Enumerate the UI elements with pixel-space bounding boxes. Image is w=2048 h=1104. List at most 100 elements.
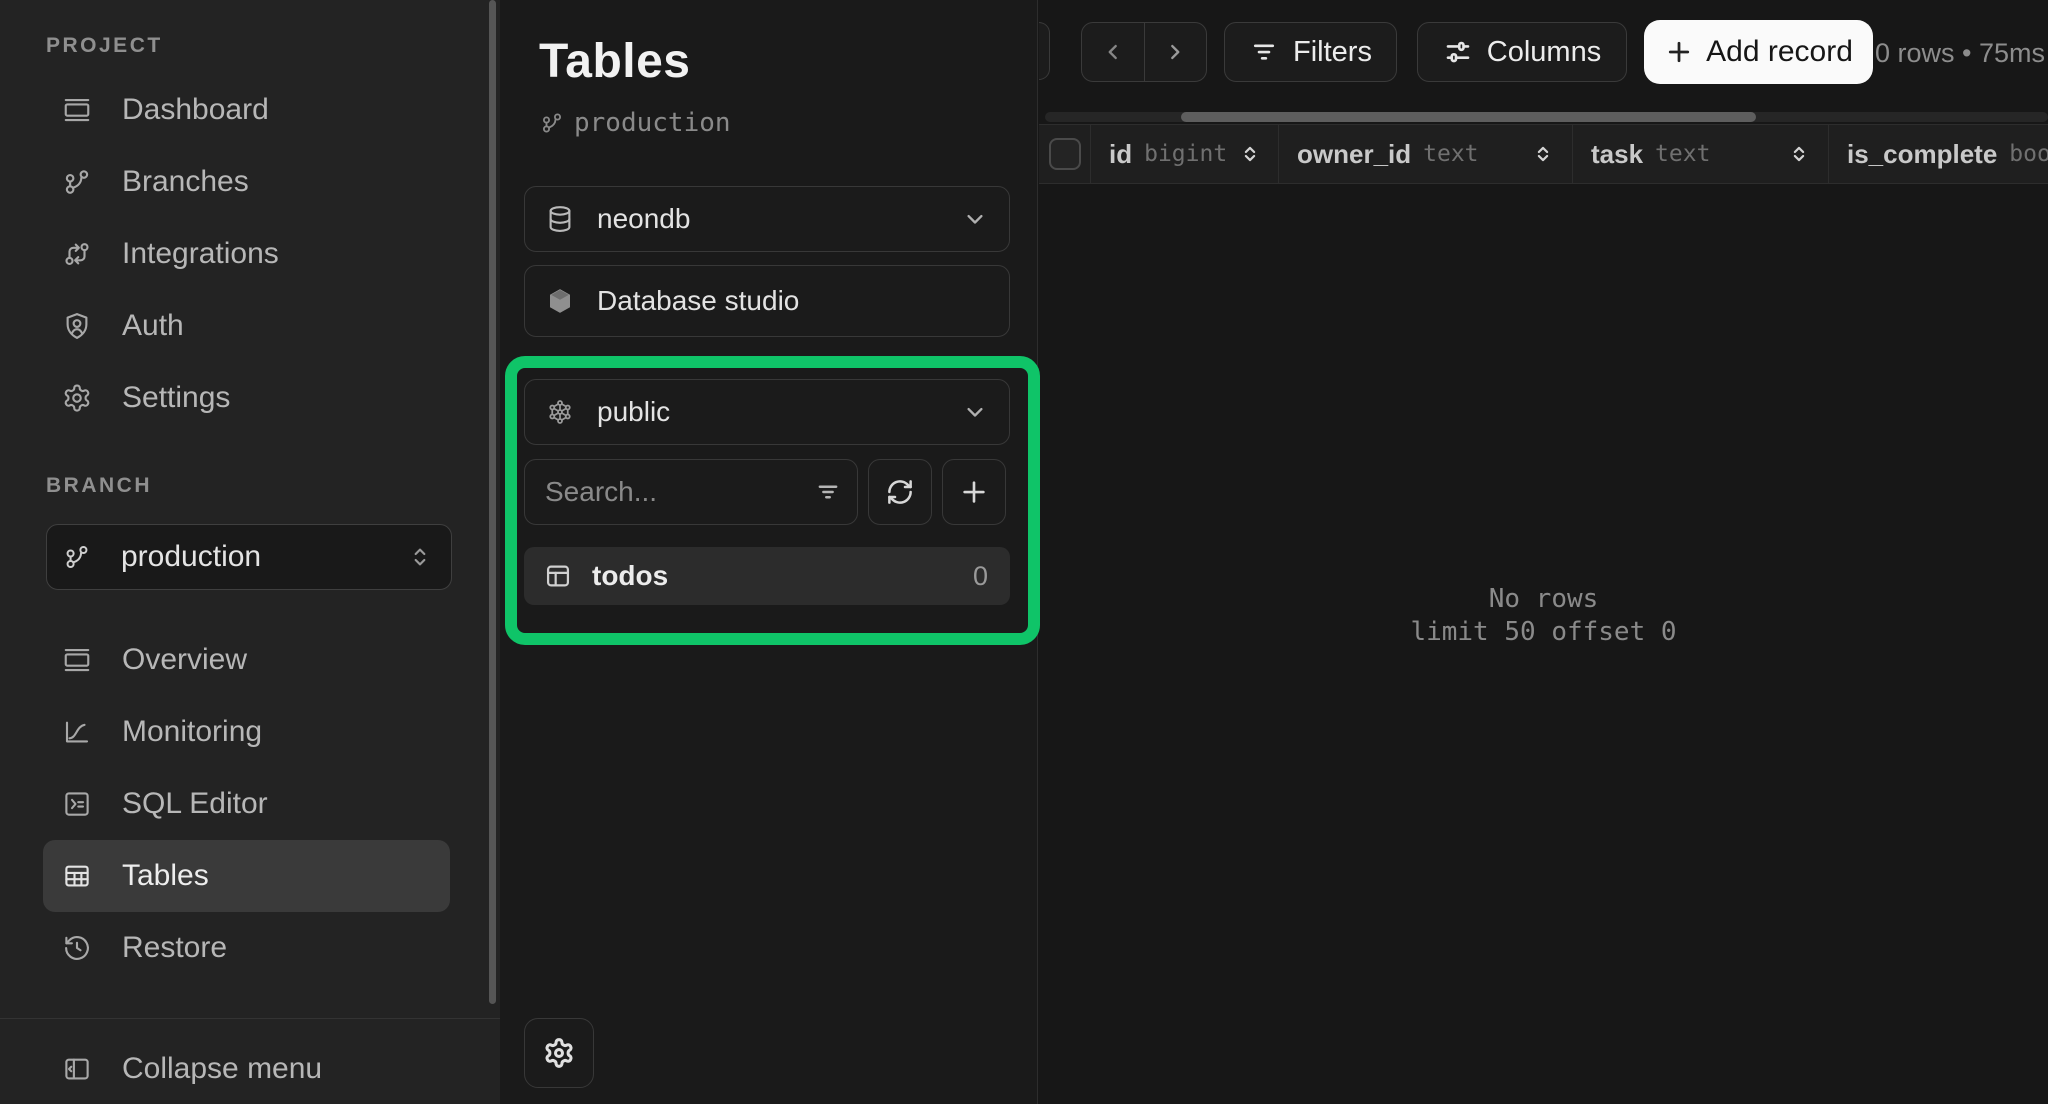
panel-title: Tables — [539, 36, 1037, 88]
sidebar-item-label: SQL Editor — [122, 787, 268, 821]
sidebar-item-auth[interactable]: Auth — [0, 290, 500, 362]
table-list-item-todos[interactable]: todos 0 — [524, 547, 1010, 605]
table-search-input[interactable] — [524, 459, 858, 525]
neon-console-screen: PROJECT Dashboard Branches Integrations — [0, 0, 2048, 1104]
data-grid-area: Filters Columns Add record 0 rows • 75ms… — [1039, 0, 2048, 1104]
previous-page-button[interactable] — [1082, 23, 1144, 81]
refresh-icon — [885, 477, 915, 507]
sidebar-item-label: Monitoring — [122, 715, 262, 749]
overview-icon — [62, 645, 92, 675]
monitoring-icon — [62, 717, 92, 747]
column-name: owner_id — [1297, 139, 1411, 170]
grid-header-row: id bigint owner_id text task text — [1039, 124, 2048, 184]
sidebar-item-label: Settings — [122, 381, 230, 415]
database-icon — [545, 204, 575, 234]
sidebar-item-monitoring[interactable]: Monitoring — [0, 696, 500, 768]
sliders-icon — [1443, 37, 1473, 67]
dashboard-icon — [62, 95, 92, 125]
column-header-task[interactable]: task text — [1573, 125, 1829, 183]
table-row-count: 0 — [973, 561, 988, 592]
tables-panel: Tables production neondb Database studio — [500, 0, 1038, 1104]
panel-branch: production — [540, 108, 1037, 138]
column-type: text — [1423, 141, 1478, 167]
sidebar-item-sql-editor[interactable]: SQL Editor — [0, 768, 500, 840]
schema-selector-value: public — [597, 396, 670, 428]
select-all-checkbox[interactable] — [1049, 138, 1081, 170]
database-selector[interactable]: neondb — [524, 186, 1010, 252]
sidebar-item-settings[interactable]: Settings — [0, 362, 500, 434]
next-page-button[interactable] — [1144, 23, 1207, 81]
sidebar-item-label: Branches — [122, 165, 249, 199]
panel-collapse-icon — [62, 1054, 92, 1084]
gear-icon — [62, 383, 92, 413]
select-all-cell — [1039, 125, 1091, 183]
query-status-text: 0 rows • 75ms — [1875, 38, 2045, 69]
column-type: bigint — [1144, 141, 1227, 167]
panel-settings-button[interactable] — [524, 1018, 594, 1088]
database-studio-button[interactable]: Database studio — [524, 265, 1010, 337]
sidebar-item-branches[interactable]: Branches — [0, 146, 500, 218]
columns-button[interactable]: Columns — [1417, 22, 1627, 82]
sidebar-item-overview[interactable]: Overview — [0, 624, 500, 696]
filters-label: Filters — [1293, 36, 1372, 69]
column-name: id — [1109, 139, 1132, 170]
plus-icon — [959, 477, 989, 507]
chevron-down-icon — [961, 398, 989, 426]
column-header-owner-id[interactable]: owner_id text — [1279, 125, 1573, 183]
empty-state: No rows limit 50 offset 0 — [1039, 583, 2048, 649]
sidebar-item-tables[interactable]: Tables — [43, 840, 450, 912]
sort-icon[interactable] — [1239, 143, 1261, 165]
sort-icon[interactable] — [1788, 143, 1810, 165]
sidebar-item-dashboard[interactable]: Dashboard — [0, 74, 500, 146]
column-type: text — [1655, 141, 1710, 167]
branch-selector[interactable]: production — [46, 524, 452, 590]
empty-state-subtitle: limit 50 offset 0 — [1039, 616, 2048, 649]
sql-editor-icon — [62, 789, 92, 819]
sidebar-item-label: Restore — [122, 931, 227, 965]
column-type: bool — [2009, 141, 2048, 167]
database-studio-label: Database studio — [597, 285, 799, 317]
schema-icon — [545, 397, 575, 427]
column-name: is_complete — [1847, 139, 1997, 170]
sidebar-item-label: Dashboard — [122, 93, 269, 127]
branch-selector-value: production — [121, 540, 261, 574]
git-branch-icon — [63, 543, 91, 571]
filters-button[interactable]: Filters — [1224, 22, 1397, 82]
sidebar-item-label: Integrations — [122, 237, 279, 271]
sidebar-item-label: Overview — [122, 643, 247, 677]
database-selector-value: neondb — [597, 203, 690, 235]
table-name: todos — [592, 560, 668, 592]
sidebar-item-integrations[interactable]: Integrations — [0, 218, 500, 290]
plus-icon — [1664, 37, 1694, 67]
sidebar: PROJECT Dashboard Branches Integrations — [0, 0, 500, 1104]
table-icon — [62, 861, 92, 891]
add-table-button[interactable] — [942, 459, 1006, 525]
chevron-down-icon — [961, 205, 989, 233]
column-header-is-complete[interactable]: is_complete bool — [1829, 125, 2048, 183]
schema-selector[interactable]: public — [524, 379, 1010, 445]
sidebar-item-restore[interactable]: Restore — [0, 912, 500, 984]
filter-lines-icon — [814, 478, 842, 506]
sidebar-item-label: Auth — [122, 309, 184, 343]
pagination-arrows — [1081, 22, 1207, 82]
collapse-menu-button[interactable]: Collapse menu — [0, 1033, 500, 1104]
sidebar-scrollbar-thumb[interactable] — [489, 0, 496, 1004]
gear-icon — [543, 1037, 575, 1069]
empty-state-title: No rows — [1039, 583, 2048, 616]
add-record-label: Add record — [1706, 35, 1853, 69]
refresh-tables-button[interactable] — [868, 459, 932, 525]
shield-user-icon — [62, 311, 92, 341]
sidebar-item-label: Tables — [122, 859, 209, 893]
column-name: task — [1591, 139, 1643, 170]
history-icon — [62, 933, 92, 963]
collapse-menu-label: Collapse menu — [122, 1052, 322, 1086]
git-branch-icon — [62, 167, 92, 197]
columns-label: Columns — [1487, 36, 1601, 69]
sort-icon[interactable] — [1532, 143, 1554, 165]
horizontal-scrollbar-thumb[interactable] — [1181, 112, 1756, 122]
add-record-button[interactable]: Add record — [1644, 20, 1873, 84]
table-icon — [544, 562, 572, 590]
horizontal-scrollbar-track[interactable] — [1045, 112, 2048, 122]
column-header-id[interactable]: id bigint — [1091, 125, 1279, 183]
clipped-toolbar-button[interactable] — [1039, 22, 1050, 80]
